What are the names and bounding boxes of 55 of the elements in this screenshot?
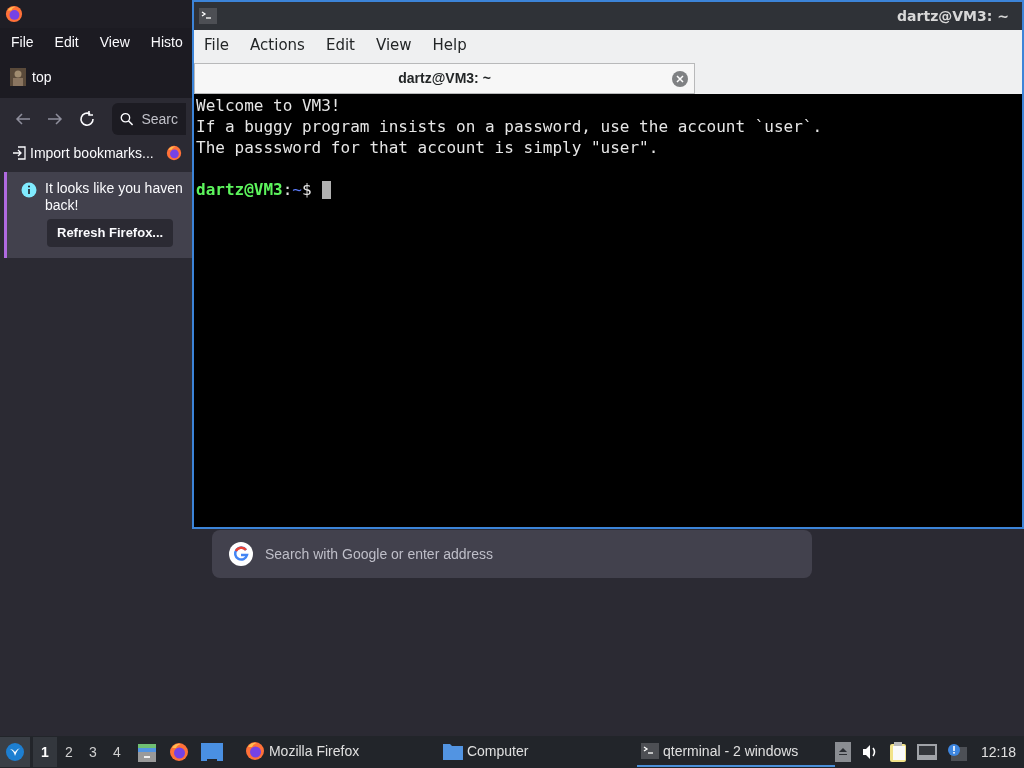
notification-text: back!	[45, 197, 80, 214]
refresh-button[interactable]: Refresh Firefox...	[47, 219, 174, 247]
menu-item[interactable]: Actions	[250, 34, 305, 57]
search-field[interactable]: Searc	[112, 103, 186, 135]
menu-item[interactable]: File	[11, 31, 34, 53]
google-icon	[229, 542, 253, 566]
terminal-line: Welcome to VM3!	[196, 95, 342, 116]
workspace-button[interactable]: 1	[32, 737, 57, 767]
task-button[interactable]: Computer	[438, 737, 637, 767]
task-button[interactable]: qterminal - 2 windows	[636, 737, 835, 767]
menu-item[interactable]: View	[375, 34, 412, 57]
reload-icon[interactable]	[78, 110, 96, 128]
clock[interactable]: 12:18	[980, 741, 1016, 763]
notification-text: It looks like you haven	[45, 180, 183, 197]
file-cabinet-icon[interactable]	[136, 742, 157, 762]
terminal-line: If a buggy program insists on a password, use the account `user`.	[196, 116, 824, 137]
menu-item[interactable]: View	[99, 31, 130, 53]
info-icon	[21, 182, 37, 198]
search-icon	[120, 111, 134, 127]
menu-item[interactable]: File	[204, 34, 230, 57]
browser-tab[interactable]: top	[10, 66, 52, 88]
bookmark-item[interactable]: Import bookmarks...	[12, 142, 154, 164]
folder-icon	[442, 742, 463, 760]
clipboard-icon[interactable]	[888, 742, 907, 762]
menu-item[interactable]: Edit	[325, 34, 355, 57]
prompt-user: dartz@VM3	[196, 179, 283, 200]
network-icon[interactable]	[916, 744, 937, 760]
menu-item[interactable]: Help	[432, 34, 467, 57]
menu-item[interactable]: Histo	[150, 31, 183, 53]
firefox-icon[interactable]	[168, 742, 189, 762]
prompt-path: ~	[292, 179, 302, 200]
window-title: dartz@VM3: ~	[897, 6, 1009, 26]
eject-icon[interactable]	[834, 742, 851, 762]
workspace-button[interactable]: 2	[56, 737, 81, 767]
terminal-icon	[640, 743, 659, 759]
firefox-icon	[244, 741, 265, 761]
address-field[interactable]: Search with Google or enter address	[212, 530, 812, 578]
window-icon	[199, 8, 217, 24]
task-button[interactable]: Mozilla Firefox	[240, 737, 439, 767]
close-icon[interactable]	[672, 70, 688, 87]
start-button[interactable]	[0, 737, 30, 767]
terminal-tab[interactable]: dartz@VM3: ~	[194, 63, 695, 94]
prompt-symbol: $	[302, 179, 312, 200]
prompt-separator: :	[282, 179, 293, 200]
import-icon	[12, 146, 26, 160]
workspace-button[interactable]: 4	[104, 737, 129, 767]
terminal-line: The passsword for that account is simply "user".	[196, 137, 660, 158]
workspace-button[interactable]: 3	[80, 737, 105, 767]
firefox-icon	[165, 145, 182, 161]
cursor	[321, 180, 331, 199]
tab-icon	[10, 68, 26, 86]
notification-icon[interactable]	[946, 743, 967, 761]
app-icon	[5, 5, 23, 23]
menu-item[interactable]: Edit	[54, 31, 79, 53]
desktop-icon[interactable]	[200, 743, 223, 761]
